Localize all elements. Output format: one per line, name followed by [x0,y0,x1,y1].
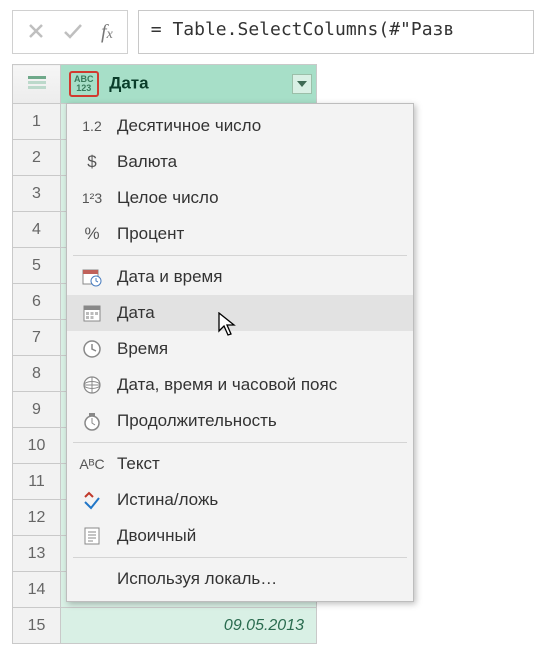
row-header[interactable]: 3 [13,176,61,212]
row-header[interactable]: 7 [13,320,61,356]
row-header[interactable]: 15 [13,608,61,644]
boolean-icon [81,489,103,511]
menu-separator [73,557,407,558]
currency-icon: $ [81,151,103,173]
row-header[interactable]: 12 [13,500,61,536]
row-header[interactable]: 6 [13,284,61,320]
menu-item-label: Время [117,339,168,359]
menu-item-label: Двоичный [117,526,196,546]
row-header[interactable]: 9 [13,392,61,428]
menu-item-binary[interactable]: Двоичный [67,518,413,554]
menu-item-duration[interactable]: Продолжительность [67,403,413,439]
date-icon [81,302,103,324]
menu-item-label: Валюта [117,152,177,172]
formula-input[interactable]: = Table.SelectColumns(#"Разв [138,10,534,54]
data-cell[interactable]: 09.05.2013 [61,608,317,644]
menu-separator [73,255,407,256]
menu-item-percent[interactable]: % Процент [67,216,413,252]
menu-item-label: Целое число [117,188,219,208]
menu-item-label: Истина/ложь [117,490,218,510]
cancel-icon[interactable] [27,22,45,43]
data-type-menu: 1.2 Десятичное число $ Валюта 1²3 Целое число… [66,103,414,602]
row-header[interactable]: 13 [13,536,61,572]
menu-item-currency[interactable]: $ Валюта [67,144,413,180]
row-header[interactable]: 8 [13,356,61,392]
menu-item-integer[interactable]: 1²3 Целое число [67,180,413,216]
confirm-icon[interactable] [63,22,83,43]
menu-item-label: Десятичное число [117,116,261,136]
formula-buttons: fx [12,10,128,54]
binary-icon [81,525,103,547]
locale-icon [81,568,103,590]
formula-bar: fx = Table.SelectColumns(#"Разв [0,0,546,64]
row-header[interactable]: 2 [13,140,61,176]
menu-item-date[interactable]: Дата [67,295,413,331]
menu-item-label: Текст [117,454,160,474]
decimal-icon: 1.2 [81,115,103,137]
fx-icon[interactable]: fx [101,21,113,44]
column-title: Дата [109,73,148,92]
row-header[interactable]: 4 [13,212,61,248]
menu-item-datetimezone[interactable]: Дата, время и часовой пояс [67,367,413,403]
select-all-corner[interactable] [13,65,61,104]
integer-icon: 1²3 [81,187,103,209]
column-type-icon[interactable]: ABC 123 [69,71,99,97]
datetime-icon [81,266,103,288]
menu-item-label: Процент [117,224,184,244]
time-icon [81,338,103,360]
menu-item-text[interactable]: AᴮC Текст [67,446,413,482]
menu-item-boolean[interactable]: Истина/ложь [67,482,413,518]
menu-item-datetime[interactable]: Дата и время [67,259,413,295]
percent-icon: % [81,223,103,245]
datetimezone-icon [81,374,103,396]
menu-item-label: Используя локаль… [117,569,277,589]
row-header[interactable]: 14 [13,572,61,608]
menu-item-label: Продолжительность [117,411,277,431]
row-header[interactable]: 11 [13,464,61,500]
menu-item-locale[interactable]: Используя локаль… [67,561,413,597]
text-icon: AᴮC [81,453,103,475]
menu-item-time[interactable]: Время [67,331,413,367]
row-header[interactable]: 10 [13,428,61,464]
column-header[interactable]: ABC 123 Дата [61,65,317,104]
column-filter-button[interactable] [292,74,312,94]
menu-item-label: Дата [117,303,155,323]
menu-item-label: Дата, время и часовой пояс [117,375,337,395]
menu-item-label: Дата и время [117,267,222,287]
menu-separator [73,442,407,443]
duration-icon [81,410,103,432]
row-header[interactable]: 5 [13,248,61,284]
row-header[interactable]: 1 [13,104,61,140]
menu-item-decimal[interactable]: 1.2 Десятичное число [67,108,413,144]
